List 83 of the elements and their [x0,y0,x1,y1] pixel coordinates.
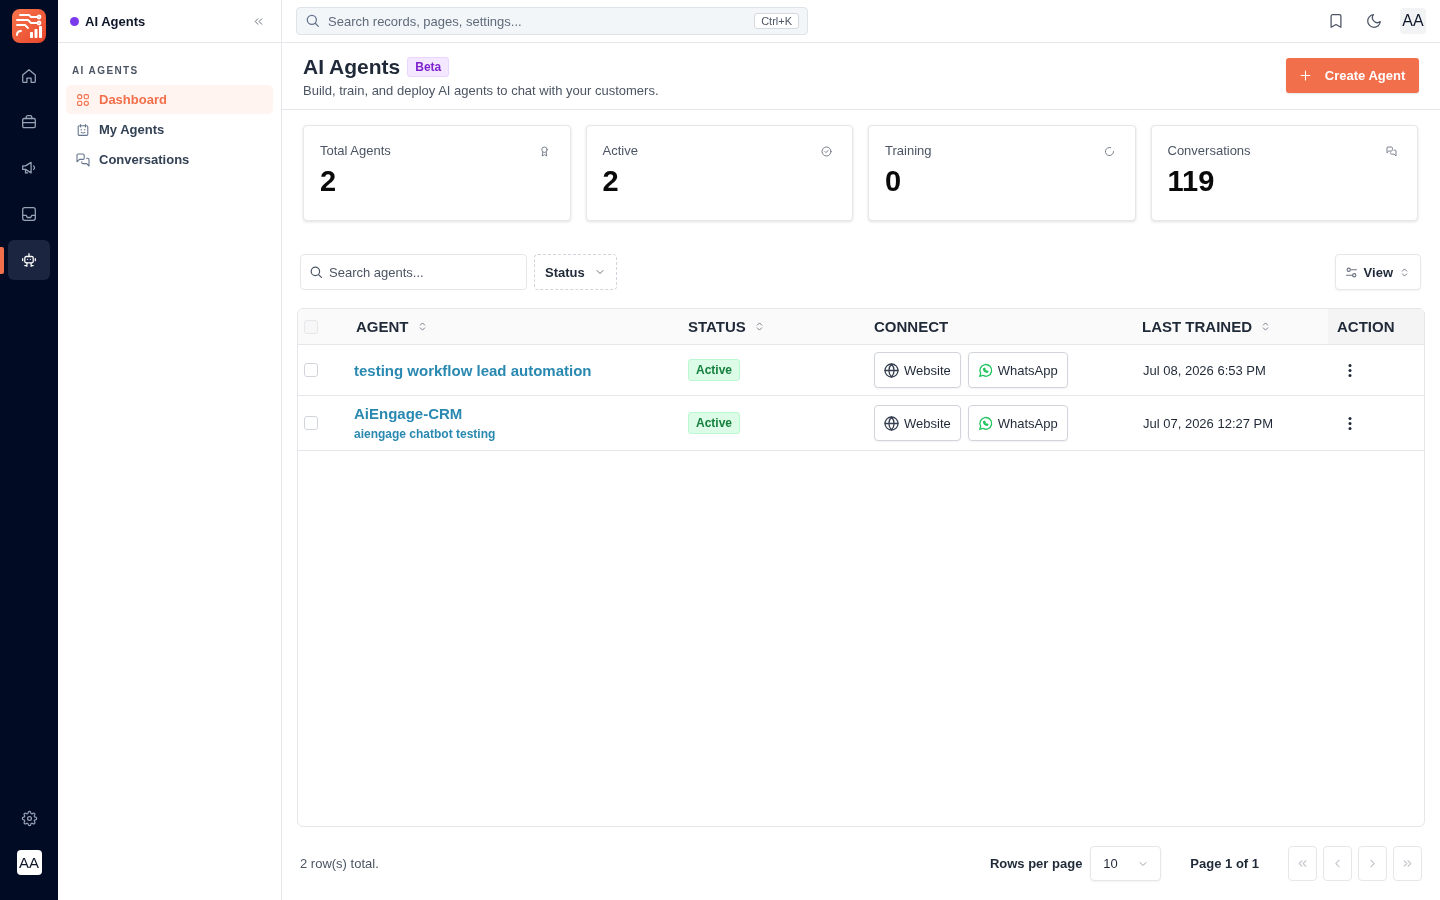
spinner-icon [1104,146,1114,156]
calendar-face-icon [77,123,89,136]
sidebar-item[interactable]: Conversations [66,145,273,174]
plus-icon [1299,69,1311,81]
stat-label: Training [885,143,932,159]
more-actions-button[interactable] [1346,416,1354,430]
chevron-left-icon [1332,858,1343,869]
last-trained-date: Jul 07, 2026 12:27 PM [1143,415,1274,431]
inbox-icon [22,207,36,221]
column-header: CONNECT [874,318,949,335]
status-filter-button[interactable]: Status [534,254,617,290]
bookmark-icon [1329,14,1343,28]
connect-button[interactable]: Website [874,405,961,441]
agent-description: aiengage chatbot testing [354,427,496,441]
user-avatar[interactable]: AA [1400,8,1426,34]
more-actions-button[interactable] [1346,363,1354,377]
row-count: 2 row(s) total. [300,856,379,871]
page-subtitle: Build, train, and deploy AI agents to chat with your customers. [303,82,659,98]
agent-name-link[interactable]: testing workflow lead automation [354,361,592,379]
sort-icon [1261,322,1270,331]
search-icon [310,266,322,278]
stat-label: Conversations [1167,143,1251,159]
column-header: ACTION [1337,318,1395,335]
page-title: AI Agents [303,54,401,79]
checkbox[interactable] [304,363,318,377]
grid-icon [77,93,89,106]
view-button[interactable]: View [1334,254,1421,290]
checkbox[interactable] [304,416,318,430]
briefcase-icon [22,115,36,129]
rows-per-page-select[interactable]: 10 [1090,846,1162,881]
sidebar-title: AI Agents [85,13,146,29]
stat-value: 2 [320,167,337,196]
shortcut-key: Ctrl+K [754,13,799,29]
logo-icon [12,9,46,43]
sidebar-item[interactable]: My Agents [66,115,273,144]
last-trained-date: Jul 08, 2026 6:53 PM [1143,362,1266,378]
chat-bubbles-icon [1387,146,1396,156]
robot-icon [22,253,36,267]
chevron-up-down-icon [1400,267,1409,277]
column-header[interactable]: STATUS [688,318,764,335]
sliders-icon [1345,266,1357,278]
stat-value: 0 [885,167,902,196]
page-indicator: Page 1 of 1 [1190,856,1259,871]
search-icon [306,14,319,27]
beta-badge: Beta [407,56,450,77]
double-chevron-left-icon [1297,858,1308,869]
status-badge: Active [688,412,741,434]
vertical-dots-icon [1348,363,1352,377]
connect-button[interactable]: WhatsApp [967,352,1068,388]
search-field[interactable]: Search agents... [300,254,527,290]
connect-button[interactable]: WhatsApp [967,405,1068,441]
column-header[interactable]: AGENT [356,318,427,335]
section-label: AI AGENTS [72,65,139,76]
megaphone-icon [22,161,36,175]
award-icon [539,146,549,156]
moon-icon [1367,14,1381,28]
chevron-right-icon [1367,858,1378,869]
sort-icon [417,322,427,331]
user-avatar[interactable]: AA [16,850,42,875]
stat-value: 119 [1167,167,1215,196]
sort-icon [754,322,764,331]
globe-icon [885,416,898,430]
stat-value: 2 [602,167,619,196]
robot-nav-button[interactable] [8,240,50,280]
status-badge: Active [688,359,741,381]
globe-icon [885,363,898,377]
whatsapp-icon [978,416,992,430]
double-chevron-left-icon [252,15,264,27]
check-circle-icon [822,146,831,156]
connect-button[interactable]: Website [874,352,961,388]
stat-label: Total Agents [320,143,391,159]
whatsapp-icon [978,363,992,377]
stat-label: Active [602,143,638,159]
chat-bubbles-icon [77,153,89,166]
agent-name-link[interactable]: AiEngage-CRM [354,405,463,422]
home-icon [22,69,36,83]
rows-per-page-label: Rows per page [989,856,1083,871]
double-chevron-right-icon [1402,858,1413,869]
chevron-down-icon [594,267,605,277]
column-header[interactable]: LAST TRAINED [1142,318,1270,335]
workspace-dot-icon [70,16,79,26]
settings-icon [22,811,36,825]
vertical-dots-icon [1348,416,1352,430]
